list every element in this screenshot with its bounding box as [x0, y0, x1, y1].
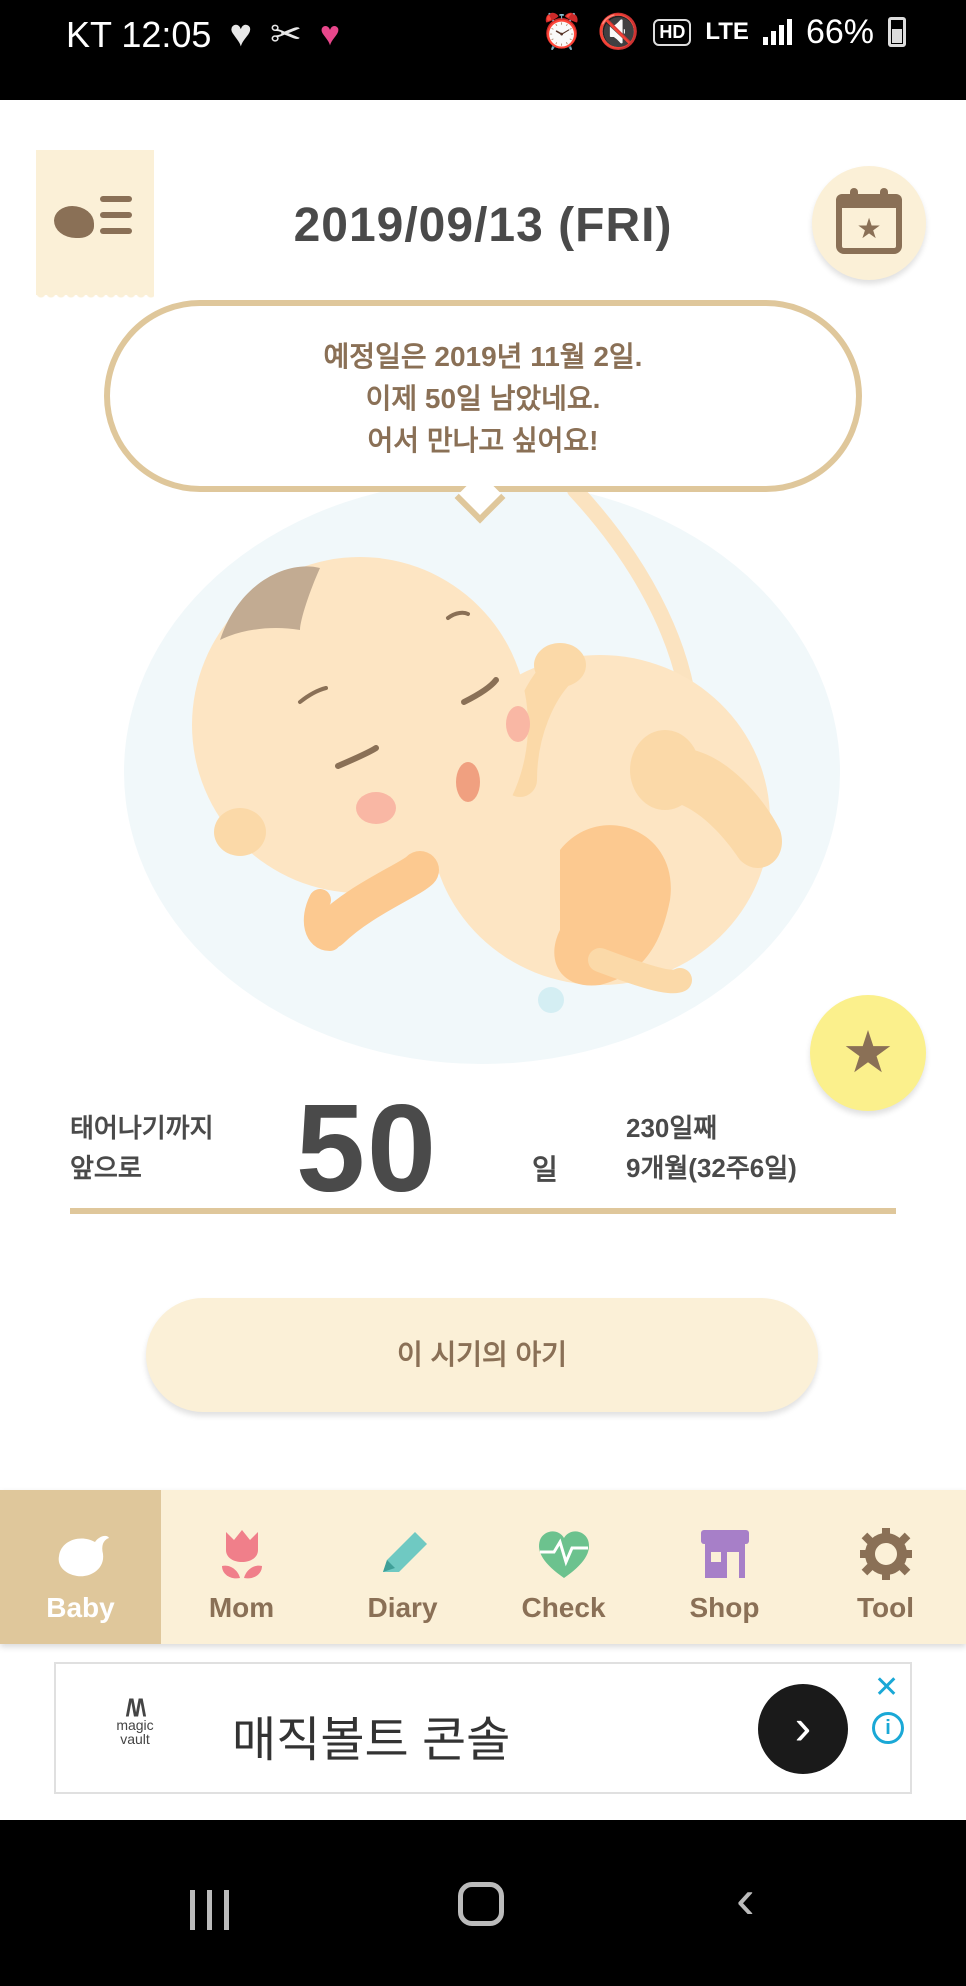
ad-brand-logo: /\/\ magic vault: [110, 1695, 160, 1747]
favorite-button[interactable]: ★: [810, 995, 926, 1111]
ad-open-button[interactable]: ›: [758, 1684, 848, 1774]
tab-diary[interactable]: Diary: [322, 1490, 483, 1644]
pregnancy-day: 230일째: [626, 1113, 718, 1143]
pregnancy-progress: 230일째 9개월(32주6일): [626, 1108, 797, 1188]
tab-shop[interactable]: Shop: [644, 1490, 805, 1644]
bubble-line-1: 예정일은 2019년 11월 2일.: [323, 341, 643, 372]
ad-banner[interactable]: /\/\ magic vault 매직볼트 콘솔 › ✕ i: [54, 1662, 912, 1794]
bubble-line-2: 이제 50일 남았네요.: [365, 383, 601, 414]
tab-baby[interactable]: Baby: [0, 1490, 161, 1644]
system-nav-bar: ‹: [0, 1820, 966, 1986]
tulip-icon: [221, 1530, 262, 1579]
back-button[interactable]: ‹: [736, 1866, 755, 1931]
days-unit: 일: [532, 1154, 558, 1185]
ad-brand: magic vault: [116, 1717, 154, 1747]
baby-this-period-button[interactable]: 이 시기의 아기: [146, 1298, 818, 1412]
tab-shop-label: Shop: [689, 1592, 760, 1623]
tab-mom[interactable]: Mom: [161, 1490, 322, 1644]
tab-check-label: Check: [521, 1592, 606, 1623]
tab-baby-label: Baby: [46, 1592, 115, 1623]
pregnancy-month-week: 9개월(32주6일): [626, 1153, 797, 1183]
days-remaining: 50: [296, 1080, 438, 1218]
magic-vault-logo-icon: /\/\: [125, 1695, 147, 1722]
bubble-line-3: 어서 만나고 싶어요!: [367, 425, 599, 456]
star-icon: ★: [842, 1020, 894, 1085]
speech-bubble: 예정일은 2019년 11월 2일. 이제 50일 남았네요. 어서 만나고 싶…: [104, 300, 862, 492]
tab-mom-label: Mom: [208, 1592, 275, 1623]
ad-info-icon[interactable]: i: [872, 1712, 904, 1744]
ad-close-icon[interactable]: ✕: [874, 1670, 899, 1705]
tab-check[interactable]: Check: [483, 1490, 644, 1644]
tab-diary-label: Diary: [367, 1592, 438, 1623]
pencil-icon: [382, 1532, 427, 1572]
chevron-right-icon: ›: [794, 1699, 812, 1755]
home-button[interactable]: [458, 1882, 504, 1926]
shop-icon: [700, 1530, 749, 1578]
countdown-left-label: 태어나기까지 앞으로: [70, 1108, 214, 1188]
divider: [70, 1208, 896, 1214]
gear-icon: [859, 1528, 912, 1580]
countdown-left-line-1: 태어나기까지: [70, 1113, 214, 1143]
tab-tool[interactable]: Tool: [805, 1490, 966, 1644]
bird-icon: [58, 1535, 109, 1577]
tab-tool-label: Tool: [856, 1592, 914, 1623]
countdown-left-line-2: 앞으로: [70, 1153, 142, 1183]
bottom-nav: Baby Mom Diary Check Shop Tool: [0, 1490, 966, 1644]
fetus-illustration: [192, 482, 782, 1013]
heartbeat-icon: [538, 1531, 589, 1578]
ad-title: 매직볼트 콘솔: [232, 1714, 511, 1767]
recent-apps-button[interactable]: [190, 1890, 229, 1930]
